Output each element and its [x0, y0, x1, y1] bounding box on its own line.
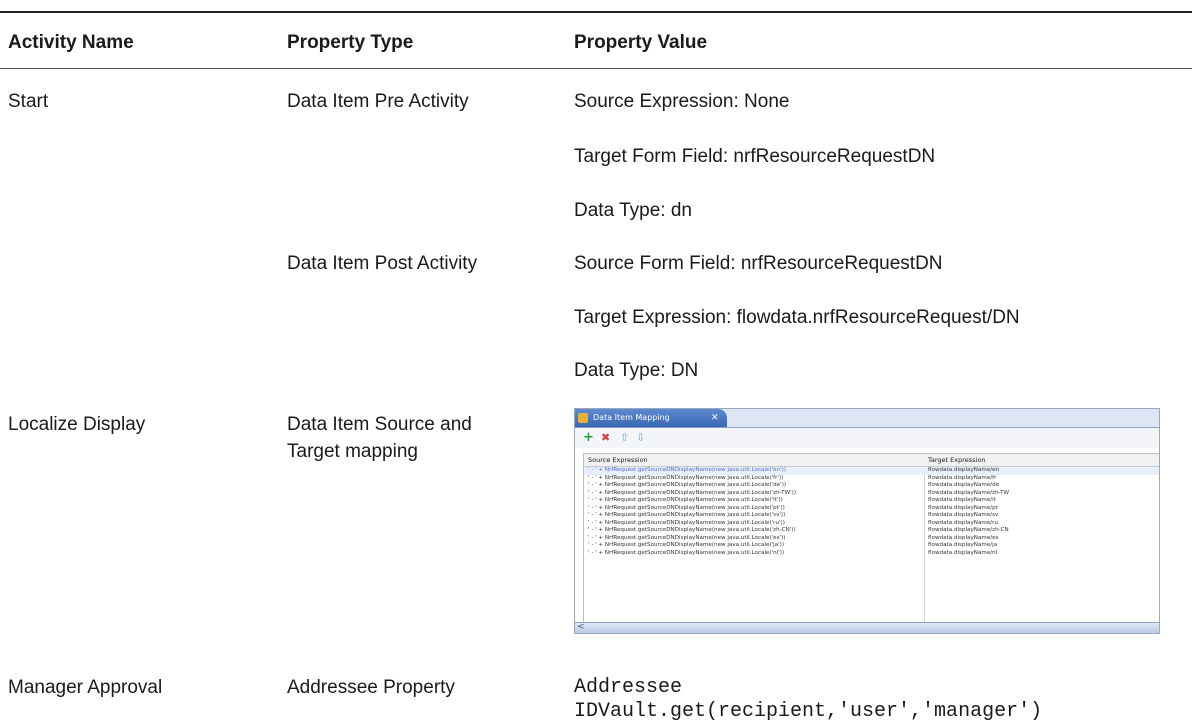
- tab-label: Data Item Mapping: [593, 413, 670, 422]
- target-expression-cell: flowdata.displayName/nl: [928, 549, 998, 556]
- target-expression-cell: flowdata.displayName/zh-CN: [928, 527, 1009, 533]
- source-expression-cell: ' - ' + NrfRequest.getSourceDNDisplayNam…: [588, 527, 796, 533]
- table-row: ' - ' + NrfRequest.getSourceDNDisplayNam…: [584, 527, 1159, 535]
- move-up-icon: ⇧: [620, 431, 630, 444]
- property-value-line: Data Type: DN: [574, 360, 699, 381]
- grid-rows: ' - ' + NrfRequest.getSourceDNDisplayNam…: [584, 467, 1159, 558]
- table-row: ' - ' + NrfRequest.getSourceDNDisplayNam…: [584, 489, 1159, 498]
- source-expression-cell: ' - ' + NrfRequest.getSourceDNDisplayNam…: [588, 467, 787, 473]
- activity-name-cell: Localize Display: [8, 414, 146, 435]
- mapping-icon: [578, 413, 588, 423]
- source-expression-cell: ' - ' + NrfRequest.getSourceDNDisplayNam…: [588, 549, 785, 556]
- target-expression-cell: flowdata.displayName/fr: [928, 474, 997, 481]
- data-item-mapping-tab: Data Item Mapping ✕: [575, 409, 727, 427]
- table-row: ' - ' + NrfRequest.getSourceDNDisplayNam…: [584, 467, 1159, 475]
- property-type-cell: Data Item Post Activity: [287, 253, 478, 274]
- table-row: ' - ' + NrfRequest.getSourceDNDisplayNam…: [584, 512, 1159, 520]
- table-row: ' - ' + NrfRequest.getSourceDNDisplayNam…: [584, 504, 1159, 513]
- add-icon: +: [583, 430, 594, 445]
- property-type-cell: Data Item Source and: [287, 414, 472, 435]
- target-expression-cell: flowdata.displayName/zh-TW: [928, 489, 1010, 496]
- header-property-type: Property Type: [287, 32, 414, 53]
- table-row: ' - ' + NrfRequest.getSourceDNDisplayNam…: [584, 497, 1159, 505]
- scroll-left-icon: <: [577, 622, 585, 632]
- close-icon: ✕: [711, 413, 719, 423]
- source-expression-cell: ' - ' + NrfRequest.getSourceDNDisplayNam…: [588, 504, 785, 511]
- header-activity-name: Activity Name: [8, 32, 134, 53]
- property-value-line: Source Form Field: nrfResourceRequestDN: [574, 253, 943, 274]
- target-expression-cell: flowdata.displayName/de: [928, 482, 1000, 488]
- target-expression-cell: flowdata.displayName/ja: [928, 542, 998, 548]
- table-row: ' - ' + NrfRequest.getSourceDNDisplayNam…: [584, 549, 1159, 558]
- source-expression-header: Source Expression: [588, 456, 648, 464]
- table-top-rule: [0, 11, 1192, 13]
- source-expression-cell: ' - ' + NrfRequest.getSourceDNDisplayNam…: [588, 542, 785, 548]
- property-type-cell: Target mapping: [287, 441, 418, 462]
- addressee-expression: IDVault.get(recipient,'user','manager'): [574, 700, 1043, 723]
- table-row: ' - ' + NrfRequest.getSourceDNDisplayNam…: [584, 519, 1159, 528]
- target-expression-cell: flowdata.displayName/sv: [928, 512, 999, 518]
- header-divider: [0, 68, 1192, 69]
- target-expression-cell: flowdata.displayName/it: [928, 497, 996, 503]
- mapping-toolbar: + ✖ ⇧ ⇩: [575, 428, 1159, 448]
- source-expression-cell: ' - ' + NrfRequest.getSourceDNDisplayNam…: [588, 489, 796, 496]
- horizontal-scrollbar: <: [575, 622, 1159, 633]
- table-row: ' - ' + NrfRequest.getSourceDNDisplayNam…: [584, 534, 1159, 543]
- property-value-line: Target Expression: flowdata.nrfResourceR…: [574, 307, 1020, 328]
- move-down-icon: ⇩: [636, 431, 646, 444]
- table-row: ' - ' + NrfRequest.getSourceDNDisplayNam…: [584, 482, 1159, 490]
- target-expression-cell: flowdata.displayName/pt: [928, 504, 998, 511]
- property-value-line: Source Expression: None: [574, 91, 790, 112]
- property-type-cell: Data Item Pre Activity: [287, 91, 469, 112]
- source-expression-cell: ' - ' + NrfRequest.getSourceDNDisplayNam…: [588, 512, 786, 518]
- grid-header: Source Expression Target Expression: [584, 454, 1159, 467]
- source-expression-cell: ' - ' + NrfRequest.getSourceDNDisplayNam…: [588, 519, 785, 526]
- source-expression-cell: ' - ' + NrfRequest.getSourceDNDisplayNam…: [588, 497, 783, 503]
- target-expression-cell: flowdata.displayName/ru: [928, 519, 998, 526]
- activity-name-cell: Start: [8, 91, 49, 112]
- source-expression-cell: ' - ' + NrfRequest.getSourceDNDisplayNam…: [588, 474, 784, 481]
- property-value-line: Target Form Field: nrfResourceRequestDN: [574, 146, 936, 167]
- activity-name-cell: Manager Approval: [8, 677, 163, 698]
- table-row: ' - ' + NrfRequest.getSourceDNDisplayNam…: [584, 474, 1159, 483]
- delete-icon: ✖: [601, 431, 611, 444]
- property-value-line: Data Type: dn: [574, 200, 692, 221]
- property-type-cell: Addressee Property: [287, 677, 455, 698]
- target-expression-cell: flowdata.displayName/en: [928, 467, 1000, 473]
- header-property-value: Property Value: [574, 32, 708, 53]
- data-item-mapping-screenshot: Data Item Mapping ✕ + ✖ ⇧ ⇩ Source Expre…: [574, 408, 1160, 634]
- source-expression-cell: ' - ' + NrfRequest.getSourceDNDisplayNam…: [588, 534, 786, 541]
- mapping-grid: Source Expression Target Expression ' - …: [583, 453, 1159, 625]
- table-row: ' - ' + NrfRequest.getSourceDNDisplayNam…: [584, 542, 1159, 550]
- addressee-label: Addressee: [574, 676, 683, 699]
- target-expression-header: Target Expression: [928, 456, 986, 464]
- target-expression-cell: flowdata.displayName/es: [928, 534, 999, 541]
- source-expression-cell: ' - ' + NrfRequest.getSourceDNDisplayNam…: [588, 482, 787, 488]
- editor-tab-bar: Data Item Mapping ✕: [575, 409, 1159, 428]
